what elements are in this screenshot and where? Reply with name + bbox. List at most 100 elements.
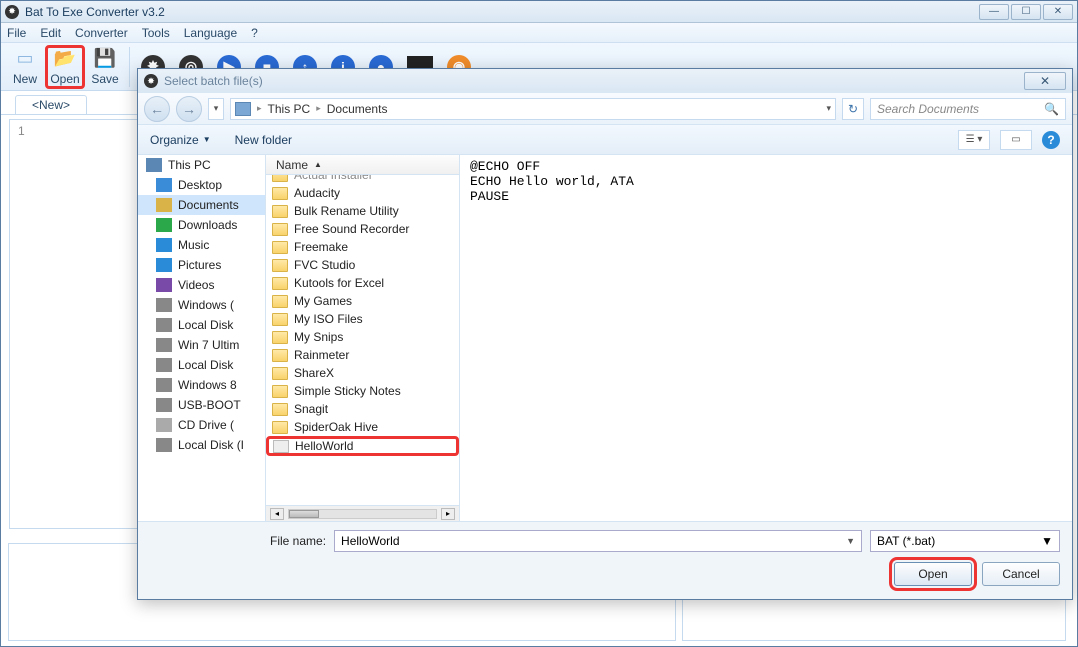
list-item[interactable]: My Snips — [266, 328, 459, 346]
open-folder-icon: 📂 — [54, 48, 76, 70]
list-rows: Actual InstallerAudacityBulk Rename Util… — [266, 175, 459, 505]
scroll-right-icon[interactable]: ▸ — [441, 508, 455, 520]
save-button[interactable]: 💾 Save — [85, 45, 125, 89]
breadcrumb-dropdown-icon[interactable]: ▾ — [826, 103, 831, 114]
menu-file[interactable]: File — [7, 26, 26, 40]
sidebar-item[interactable]: Downloads — [138, 215, 265, 235]
dialog-close-button[interactable]: ✕ — [1024, 72, 1066, 90]
list-item[interactable]: FVC Studio — [266, 256, 459, 274]
list-item[interactable]: Snagit — [266, 400, 459, 418]
dialog-footer: File name: HelloWorld ▼ BAT (*.bat) ▼ Op… — [138, 521, 1072, 599]
sidebar-item[interactable]: CD Drive ( — [138, 415, 265, 435]
list-item[interactable]: Audacity — [266, 184, 459, 202]
dialog-nav: ← → ▾ ▸ This PC ▸ Documents ▾ ↻ Search D… — [138, 93, 1072, 125]
folder-icon — [272, 313, 288, 326]
sidebar-item[interactable]: This PC — [138, 155, 265, 175]
scroll-thumb[interactable] — [289, 510, 319, 518]
sidebar-item[interactable]: Windows ( — [138, 295, 265, 315]
filename-input[interactable]: HelloWorld ▼ — [334, 530, 862, 552]
view-mode-button[interactable]: ☰ ▾ — [958, 130, 990, 150]
folder-icon — [272, 367, 288, 380]
list-item[interactable]: Free Sound Recorder — [266, 220, 459, 238]
folder-icon — [272, 187, 288, 200]
filetype-filter[interactable]: BAT (*.bat) ▼ — [870, 530, 1060, 552]
preview-pane: @ECHO OFF ECHO Hello world, ATA PAUSE — [460, 155, 1072, 521]
sidebar-item[interactable]: Local Disk — [138, 355, 265, 375]
sidebar-item[interactable]: Desktop — [138, 175, 265, 195]
list-item[interactable]: Bulk Rename Utility — [266, 202, 459, 220]
preview-pane-button[interactable]: ▭ — [1000, 130, 1032, 150]
list-item[interactable]: My ISO Files — [266, 310, 459, 328]
list-item[interactable]: SpiderOak Hive — [266, 418, 459, 436]
menu-edit[interactable]: Edit — [40, 26, 61, 40]
list-item-selected[interactable]: HelloWorld — [266, 436, 459, 456]
nav-back-button[interactable]: ← — [144, 96, 170, 122]
folder-icon — [272, 421, 288, 434]
list-scrollbar[interactable]: ◂ ▸ — [266, 505, 459, 521]
dialog-sidebar: This PCDesktopDocumentsDownloads Music Pic… — [138, 155, 266, 521]
sidebar-item[interactable]: Windows 8 — [138, 375, 265, 395]
sidebar-item[interactable]: USB-BOOT — [138, 395, 265, 415]
scroll-track[interactable] — [288, 509, 437, 519]
list-header-name[interactable]: Name ▲ — [266, 155, 459, 175]
nav-forward-button[interactable]: → — [176, 96, 202, 122]
sidebar-item[interactable]: Pictures — [138, 255, 265, 275]
sidebar-item-label: Local Disk (I — [178, 438, 244, 452]
maximize-button[interactable]: ☐ — [1011, 4, 1041, 20]
dialog-open-button[interactable]: Open — [894, 562, 972, 586]
menu-tools[interactable]: Tools — [142, 26, 170, 40]
tab-new[interactable]: <New> — [15, 95, 87, 114]
sidebar-item[interactable]: Music — [138, 235, 265, 255]
dialog-gear-icon: ✸ — [144, 74, 158, 88]
crumb-docs[interactable]: Documents — [327, 102, 388, 116]
filter-dropdown-icon[interactable]: ▼ — [1041, 534, 1053, 548]
list-item[interactable]: Simple Sticky Notes — [266, 382, 459, 400]
search-icon: 🔍 — [1044, 102, 1059, 116]
dialog-cancel-button[interactable]: Cancel — [982, 562, 1060, 586]
menu-converter[interactable]: Converter — [75, 26, 128, 40]
sidebar-item[interactable]: Videos — [138, 275, 265, 295]
window-controls: — ☐ ✕ — [977, 4, 1073, 20]
list-item[interactable]: Freemake — [266, 238, 459, 256]
list-item[interactable]: ShareX — [266, 364, 459, 382]
pc-icon — [146, 158, 162, 172]
minimize-button[interactable]: — — [979, 4, 1009, 20]
drive-icon — [156, 338, 172, 352]
sidebar-item[interactable]: Documents — [138, 195, 265, 215]
folder-icon — [272, 349, 288, 362]
chevron-right-icon: ▸ — [257, 103, 262, 114]
list-item[interactable]: Kutools for Excel — [266, 274, 459, 292]
refresh-button[interactable]: ↻ — [842, 98, 864, 120]
crumb-pc[interactable]: This PC — [268, 102, 311, 116]
list-item[interactable]: Actual Installer — [266, 175, 459, 184]
open-button[interactable]: 📂 Open — [45, 45, 85, 89]
drive-icon — [156, 358, 172, 372]
desktop-icon — [156, 178, 172, 192]
drive-icon — [156, 318, 172, 332]
sidebar-item[interactable]: Local Disk (I — [138, 435, 265, 455]
drive-icon — [156, 398, 172, 412]
nav-history-dropdown[interactable]: ▾ — [208, 98, 224, 120]
filename-dropdown-icon[interactable]: ▼ — [846, 536, 855, 546]
sidebar-item-label: Music — [178, 238, 209, 252]
help-button[interactable]: ? — [1042, 131, 1060, 149]
breadcrumb[interactable]: ▸ This PC ▸ Documents ▾ — [230, 98, 836, 120]
new-button[interactable]: ▭ New — [5, 45, 45, 89]
organize-button[interactable]: Organize ▼ — [150, 133, 211, 147]
sidebar-item[interactable]: Win 7 Ultim — [138, 335, 265, 355]
list-item[interactable]: Rainmeter — [266, 346, 459, 364]
menu-help[interactable]: ? — [251, 26, 258, 40]
toolbar-separator — [129, 47, 130, 87]
menu-language[interactable]: Language — [184, 26, 237, 40]
sidebar-item-label: CD Drive ( — [178, 418, 234, 432]
drive-icon — [156, 298, 172, 312]
new-folder-button[interactable]: New folder — [235, 133, 292, 147]
scroll-left-icon[interactable]: ◂ — [270, 508, 284, 520]
list-item[interactable]: My Games — [266, 292, 459, 310]
chevron-down-icon: ▼ — [203, 135, 211, 144]
sidebar-item[interactable]: Local Disk — [138, 315, 265, 335]
search-input[interactable]: Search Documents 🔍 — [870, 98, 1066, 120]
batch-file-icon — [273, 440, 289, 453]
folder-icon — [272, 331, 288, 344]
close-button[interactable]: ✕ — [1043, 4, 1073, 20]
